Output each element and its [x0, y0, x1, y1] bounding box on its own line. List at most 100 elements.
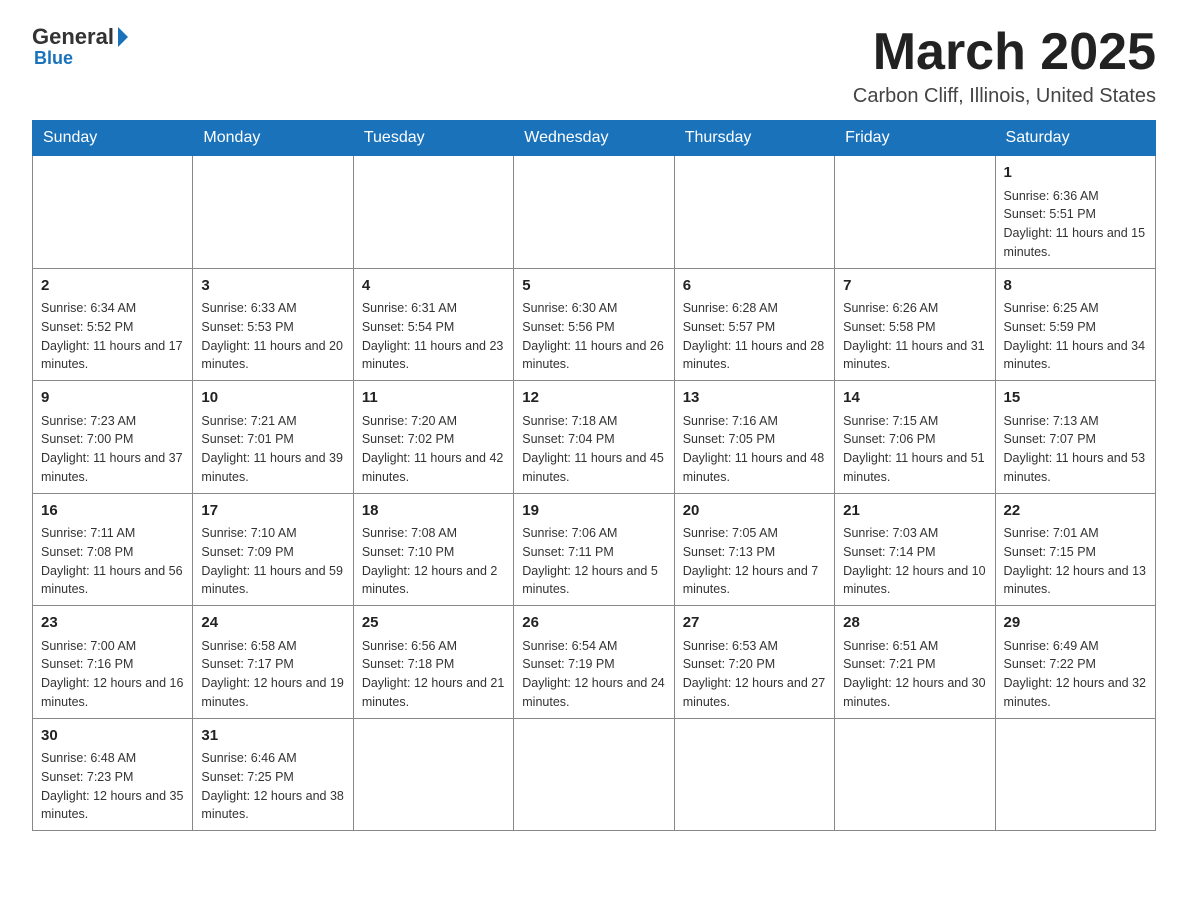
day-number: 25	[362, 612, 505, 635]
calendar-cell: 20Sunrise: 7:05 AMSunset: 7:13 PMDayligh…	[674, 493, 834, 606]
calendar-cell: 1Sunrise: 6:36 AMSunset: 5:51 PMDaylight…	[995, 156, 1155, 269]
day-number: 31	[201, 725, 344, 748]
calendar-cell	[674, 156, 834, 269]
day-info: Sunrise: 6:53 AMSunset: 7:20 PMDaylight:…	[683, 637, 826, 712]
day-number: 26	[522, 612, 665, 635]
week-row-3: 9Sunrise: 7:23 AMSunset: 7:00 PMDaylight…	[33, 381, 1156, 494]
weekday-header-wednesday: Wednesday	[514, 121, 674, 156]
calendar-cell: 25Sunrise: 6:56 AMSunset: 7:18 PMDayligh…	[353, 606, 513, 719]
calendar-body: 1Sunrise: 6:36 AMSunset: 5:51 PMDaylight…	[33, 156, 1156, 831]
calendar-cell: 14Sunrise: 7:15 AMSunset: 7:06 PMDayligh…	[835, 381, 995, 494]
calendar-cell: 22Sunrise: 7:01 AMSunset: 7:15 PMDayligh…	[995, 493, 1155, 606]
day-number: 18	[362, 500, 505, 523]
calendar-cell	[995, 718, 1155, 831]
day-number: 5	[522, 275, 665, 298]
day-number: 12	[522, 387, 665, 410]
day-number: 15	[1004, 387, 1147, 410]
day-info: Sunrise: 7:21 AMSunset: 7:01 PMDaylight:…	[201, 412, 344, 487]
day-info: Sunrise: 7:10 AMSunset: 7:09 PMDaylight:…	[201, 524, 344, 599]
calendar-cell	[514, 718, 674, 831]
day-number: 16	[41, 500, 184, 523]
day-info: Sunrise: 6:54 AMSunset: 7:19 PMDaylight:…	[522, 637, 665, 712]
weekday-row: SundayMondayTuesdayWednesdayThursdayFrid…	[33, 121, 1156, 156]
calendar-cell	[353, 156, 513, 269]
day-number: 28	[843, 612, 986, 635]
day-number: 29	[1004, 612, 1147, 635]
day-info: Sunrise: 6:49 AMSunset: 7:22 PMDaylight:…	[1004, 637, 1147, 712]
day-info: Sunrise: 7:08 AMSunset: 7:10 PMDaylight:…	[362, 524, 505, 599]
day-number: 3	[201, 275, 344, 298]
day-info: Sunrise: 6:34 AMSunset: 5:52 PMDaylight:…	[41, 299, 184, 374]
calendar-cell: 7Sunrise: 6:26 AMSunset: 5:58 PMDaylight…	[835, 268, 995, 381]
calendar-cell	[835, 156, 995, 269]
day-number: 24	[201, 612, 344, 635]
day-info: Sunrise: 6:25 AMSunset: 5:59 PMDaylight:…	[1004, 299, 1147, 374]
day-info: Sunrise: 7:18 AMSunset: 7:04 PMDaylight:…	[522, 412, 665, 487]
calendar-cell: 6Sunrise: 6:28 AMSunset: 5:57 PMDaylight…	[674, 268, 834, 381]
week-row-6: 30Sunrise: 6:48 AMSunset: 7:23 PMDayligh…	[33, 718, 1156, 831]
day-info: Sunrise: 7:00 AMSunset: 7:16 PMDaylight:…	[41, 637, 184, 712]
day-info: Sunrise: 6:26 AMSunset: 5:58 PMDaylight:…	[843, 299, 986, 374]
calendar-cell: 3Sunrise: 6:33 AMSunset: 5:53 PMDaylight…	[193, 268, 353, 381]
day-info: Sunrise: 7:11 AMSunset: 7:08 PMDaylight:…	[41, 524, 184, 599]
day-number: 6	[683, 275, 826, 298]
day-info: Sunrise: 7:06 AMSunset: 7:11 PMDaylight:…	[522, 524, 665, 599]
title-area: March 2025 Carbon Cliff, Illinois, Unite…	[853, 24, 1156, 108]
calendar-cell	[353, 718, 513, 831]
day-number: 4	[362, 275, 505, 298]
day-number: 10	[201, 387, 344, 410]
day-number: 27	[683, 612, 826, 635]
logo-area: General Blue	[32, 24, 128, 69]
calendar-cell: 29Sunrise: 6:49 AMSunset: 7:22 PMDayligh…	[995, 606, 1155, 719]
day-info: Sunrise: 6:36 AMSunset: 5:51 PMDaylight:…	[1004, 187, 1147, 262]
weekday-header-tuesday: Tuesday	[353, 121, 513, 156]
calendar-cell: 5Sunrise: 6:30 AMSunset: 5:56 PMDaylight…	[514, 268, 674, 381]
weekday-header-friday: Friday	[835, 121, 995, 156]
day-info: Sunrise: 6:56 AMSunset: 7:18 PMDaylight:…	[362, 637, 505, 712]
day-number: 19	[522, 500, 665, 523]
day-info: Sunrise: 6:33 AMSunset: 5:53 PMDaylight:…	[201, 299, 344, 374]
day-number: 14	[843, 387, 986, 410]
calendar-cell: 17Sunrise: 7:10 AMSunset: 7:09 PMDayligh…	[193, 493, 353, 606]
logo: General	[32, 24, 128, 50]
day-number: 20	[683, 500, 826, 523]
calendar-cell: 2Sunrise: 6:34 AMSunset: 5:52 PMDaylight…	[33, 268, 193, 381]
day-number: 13	[683, 387, 826, 410]
day-number: 1	[1004, 162, 1147, 185]
calendar-cell: 30Sunrise: 6:48 AMSunset: 7:23 PMDayligh…	[33, 718, 193, 831]
day-number: 30	[41, 725, 184, 748]
day-number: 9	[41, 387, 184, 410]
calendar-cell: 28Sunrise: 6:51 AMSunset: 7:21 PMDayligh…	[835, 606, 995, 719]
calendar-cell: 15Sunrise: 7:13 AMSunset: 7:07 PMDayligh…	[995, 381, 1155, 494]
logo-arrow-icon	[118, 27, 128, 47]
day-info: Sunrise: 7:15 AMSunset: 7:06 PMDaylight:…	[843, 412, 986, 487]
weekday-header-thursday: Thursday	[674, 121, 834, 156]
day-info: Sunrise: 6:30 AMSunset: 5:56 PMDaylight:…	[522, 299, 665, 374]
calendar-cell	[193, 156, 353, 269]
week-row-1: 1Sunrise: 6:36 AMSunset: 5:51 PMDaylight…	[33, 156, 1156, 269]
week-row-4: 16Sunrise: 7:11 AMSunset: 7:08 PMDayligh…	[33, 493, 1156, 606]
day-info: Sunrise: 6:51 AMSunset: 7:21 PMDaylight:…	[843, 637, 986, 712]
day-number: 8	[1004, 275, 1147, 298]
day-info: Sunrise: 7:20 AMSunset: 7:02 PMDaylight:…	[362, 412, 505, 487]
day-info: Sunrise: 6:48 AMSunset: 7:23 PMDaylight:…	[41, 749, 184, 824]
calendar-cell: 10Sunrise: 7:21 AMSunset: 7:01 PMDayligh…	[193, 381, 353, 494]
calendar-cell: 11Sunrise: 7:20 AMSunset: 7:02 PMDayligh…	[353, 381, 513, 494]
day-number: 17	[201, 500, 344, 523]
day-number: 23	[41, 612, 184, 635]
logo-general-text: General	[32, 24, 114, 50]
calendar-cell: 4Sunrise: 6:31 AMSunset: 5:54 PMDaylight…	[353, 268, 513, 381]
day-info: Sunrise: 6:31 AMSunset: 5:54 PMDaylight:…	[362, 299, 505, 374]
day-info: Sunrise: 7:23 AMSunset: 7:00 PMDaylight:…	[41, 412, 184, 487]
calendar-cell	[514, 156, 674, 269]
day-info: Sunrise: 6:46 AMSunset: 7:25 PMDaylight:…	[201, 749, 344, 824]
day-info: Sunrise: 6:28 AMSunset: 5:57 PMDaylight:…	[683, 299, 826, 374]
calendar-cell: 12Sunrise: 7:18 AMSunset: 7:04 PMDayligh…	[514, 381, 674, 494]
calendar-cell: 21Sunrise: 7:03 AMSunset: 7:14 PMDayligh…	[835, 493, 995, 606]
calendar-cell	[835, 718, 995, 831]
calendar-cell: 19Sunrise: 7:06 AMSunset: 7:11 PMDayligh…	[514, 493, 674, 606]
weekday-header-sunday: Sunday	[33, 121, 193, 156]
day-info: Sunrise: 6:58 AMSunset: 7:17 PMDaylight:…	[201, 637, 344, 712]
calendar-header: SundayMondayTuesdayWednesdayThursdayFrid…	[33, 121, 1156, 156]
calendar-cell	[674, 718, 834, 831]
